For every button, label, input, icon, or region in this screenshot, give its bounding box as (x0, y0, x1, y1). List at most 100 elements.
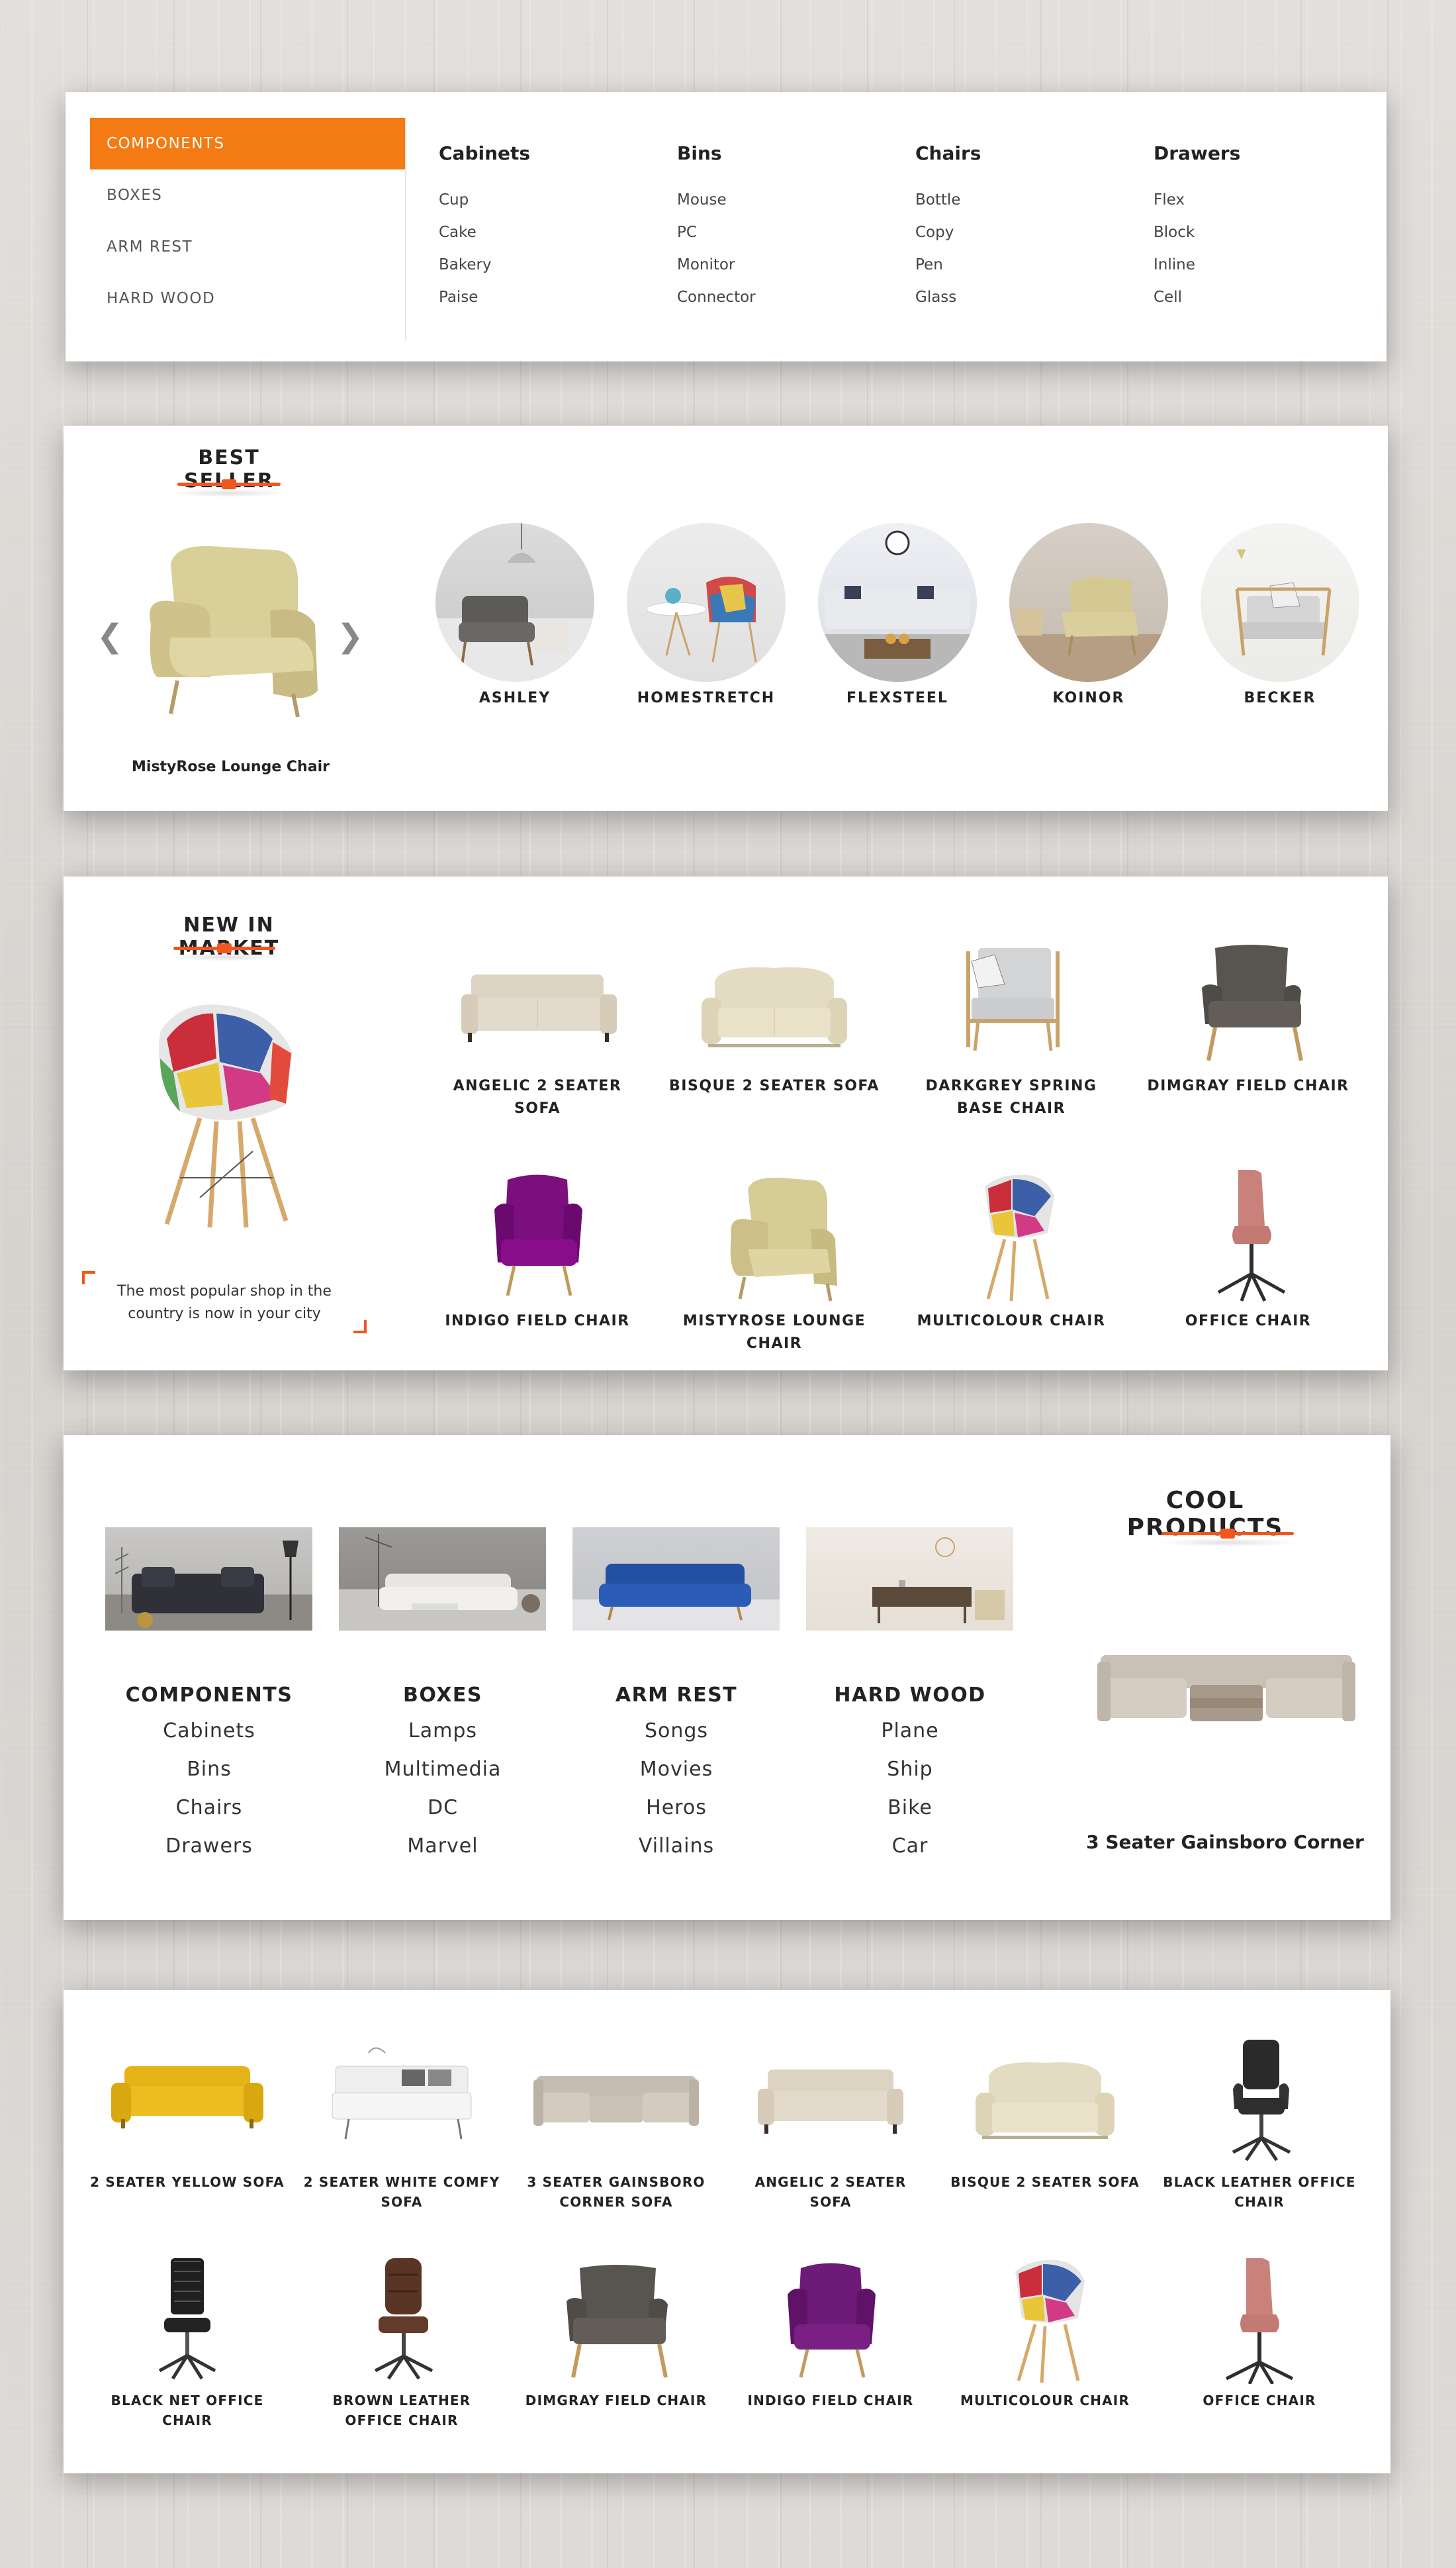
menu-link[interactable]: Bakery (439, 249, 637, 281)
grid-product-card[interactable]: BISQUE 2 SEATER SOFA (946, 2040, 1144, 2192)
category-title[interactable]: HARD WOOD (804, 1684, 1016, 1707)
menu-column-title: Cabinets (439, 142, 531, 164)
menu-link[interactable]: Monitor (677, 249, 876, 281)
product-card[interactable]: MISTYROSE LOUNGE CHAIR (668, 1170, 880, 1355)
grid-product-card[interactable]: OFFICE CHAIR (1160, 2257, 1359, 2410)
category-link[interactable]: Cabinets (103, 1712, 315, 1750)
menu-link[interactable]: Inline (1154, 249, 1352, 281)
menu-item-hard-wood[interactable]: HARD WOOD (90, 273, 405, 324)
category-link[interactable]: Car (804, 1827, 1016, 1866)
category-link[interactable]: Bins (103, 1750, 315, 1789)
grid-product-card[interactable]: BLACK LEATHER OFFICE CHAIR (1160, 2040, 1359, 2212)
menu-link[interactable]: Mouse (677, 184, 876, 216)
product-image (731, 2040, 930, 2165)
corner-bracket-top-left (82, 1271, 95, 1284)
grid-product-card[interactable]: DIMGRAY FIELD CHAIR (517, 2258, 715, 2410)
menu-column-title: Bins (677, 142, 722, 164)
grid-product-card[interactable]: BROWN LEATHER OFFICE CHAIR (302, 2258, 501, 2430)
product-grid-panel: 2 SEATER YELLOW SOFA 2 SEATER WHITE COMF… (64, 1990, 1390, 2473)
featured-product-name[interactable]: 3 Seater Gainsboro Corner (1083, 1831, 1367, 1853)
category-link[interactable]: Movies (570, 1750, 782, 1789)
category-thumb-components[interactable] (105, 1527, 312, 1631)
category-thumb-boxes[interactable] (339, 1527, 546, 1631)
chevron-left-icon[interactable]: ❮ (97, 618, 123, 655)
featured-corner-sofa-image[interactable] (1097, 1642, 1355, 1735)
category-link[interactable]: Villains (570, 1827, 782, 1866)
menu-link[interactable]: Copy (915, 216, 1114, 249)
featured-product-name[interactable]: MistyRose Lounge Chair (130, 759, 332, 775)
category-title[interactable]: ARM REST (570, 1684, 782, 1707)
product-card[interactable]: BISQUE 2 SEATER SOFA (668, 935, 880, 1098)
category-title[interactable]: COMPONENTS (103, 1684, 315, 1707)
category-link[interactable]: Marvel (337, 1827, 549, 1866)
product-image (1160, 2040, 1359, 2165)
brand-circle-flexsteel[interactable]: FLEXSTEEL (818, 523, 977, 706)
product-name: OFFICE CHAIR (1185, 1313, 1312, 1329)
category-link[interactable]: Lamps (337, 1712, 549, 1750)
product-image (946, 2040, 1144, 2165)
brand-circle-ashley[interactable]: ASHLEY (435, 523, 594, 706)
product-card[interactable]: OFFICE CHAIR (1142, 1168, 1354, 1333)
brand-circle-homestretch[interactable]: HOMESTRETCH (627, 523, 786, 706)
grid-product-card[interactable]: BLACK NET OFFICE CHAIR (88, 2258, 287, 2430)
grid-product-card[interactable]: ANGELIC 2 SEATER SOFA (731, 2040, 930, 2212)
brand-image (627, 523, 786, 682)
category-link[interactable]: Ship (804, 1750, 1016, 1789)
menu-link[interactable]: Bottle (915, 184, 1114, 216)
grid-product-card[interactable]: INDIGO FIELD CHAIR (731, 2258, 930, 2410)
menu-item-boxes[interactable]: BOXES (90, 169, 405, 221)
product-name: DIMGRAY FIELD CHAIR (1147, 1078, 1349, 1094)
menu-column-chairs: Chairs Bottle Copy Pen Glass (915, 142, 1114, 314)
grid-product-card[interactable]: 2 SEATER WHITE COMFY SOFA (302, 2040, 501, 2212)
menu-item-components[interactable]: COMPONENTS (90, 118, 405, 169)
category-link[interactable]: Heros (570, 1789, 782, 1827)
brand-label: KOINOR (1052, 690, 1125, 706)
category-title[interactable]: BOXES (337, 1684, 549, 1707)
menu-column-cabinets: Cabinets Cup Cake Bakery Paise (439, 142, 637, 314)
product-image (731, 2258, 930, 2384)
product-name: DARKGREY SPRING BASE CHAIR (925, 1078, 1097, 1117)
product-image (432, 935, 643, 1067)
category-link[interactable]: Plane (804, 1712, 1016, 1750)
brand-image (1009, 523, 1168, 682)
category-link[interactable]: Chairs (103, 1789, 315, 1827)
product-image (905, 935, 1117, 1067)
category-link[interactable]: Drawers (103, 1827, 315, 1866)
category-link[interactable]: DC (337, 1789, 549, 1827)
menu-link[interactable]: Pen (915, 249, 1114, 281)
category-thumb-hard-wood[interactable] (806, 1527, 1013, 1631)
category-link[interactable]: Bike (804, 1789, 1016, 1827)
category-link[interactable]: Songs (570, 1712, 782, 1750)
menu-link[interactable]: Cake (439, 216, 637, 249)
menu-link[interactable]: Cell (1154, 281, 1352, 314)
product-name: 3 SEATER GAINSBORO CORNER SOFA (527, 2174, 705, 2210)
featured-multicolour-chair[interactable] (140, 999, 312, 1231)
menu-link[interactable]: PC (677, 216, 876, 249)
product-image (946, 2258, 1144, 2384)
product-image (1142, 935, 1354, 1067)
menu-link[interactable]: Connector (677, 281, 876, 314)
featured-chair-image[interactable] (124, 538, 343, 717)
menu-link[interactable]: Flex (1154, 184, 1352, 216)
product-name: INDIGO FIELD CHAIR (445, 1313, 630, 1329)
menu-item-arm-rest[interactable]: ARM REST (90, 221, 405, 273)
product-card[interactable]: MULTICOLOUR CHAIR (905, 1170, 1117, 1333)
category-link[interactable]: Multimedia (337, 1750, 549, 1789)
product-name: INDIGO FIELD CHAIR (747, 2393, 914, 2408)
product-card[interactable]: DIMGRAY FIELD CHAIR (1142, 935, 1354, 1098)
menu-link[interactable]: Glass (915, 281, 1114, 314)
best-seller-panel: BEST SELLER ❮ ❯ MistyRose Lounge Chair A… (64, 426, 1388, 811)
grid-product-card[interactable]: 3 SEATER GAINSBORO CORNER SOFA (517, 2040, 715, 2212)
menu-link[interactable]: Paise (439, 281, 637, 314)
category-column-hard-wood: HARD WOOD Plane Ship Bike Car (804, 1684, 1016, 1866)
menu-link[interactable]: Cup (439, 184, 637, 216)
grid-product-card[interactable]: MULTICOLOUR CHAIR (946, 2258, 1144, 2410)
brand-circle-becker[interactable]: BECKER (1201, 523, 1359, 706)
category-thumb-arm-rest[interactable] (572, 1527, 780, 1631)
product-card[interactable]: ANGELIC 2 SEATER SOFA (432, 935, 643, 1120)
grid-product-card[interactable]: 2 SEATER YELLOW SOFA (88, 2040, 287, 2192)
product-card[interactable]: DARKGREY SPRING BASE CHAIR (905, 935, 1117, 1120)
menu-link[interactable]: Block (1154, 216, 1352, 249)
product-card[interactable]: INDIGO FIELD CHAIR (432, 1170, 643, 1333)
brand-circle-koinor[interactable]: KOINOR (1009, 523, 1168, 706)
